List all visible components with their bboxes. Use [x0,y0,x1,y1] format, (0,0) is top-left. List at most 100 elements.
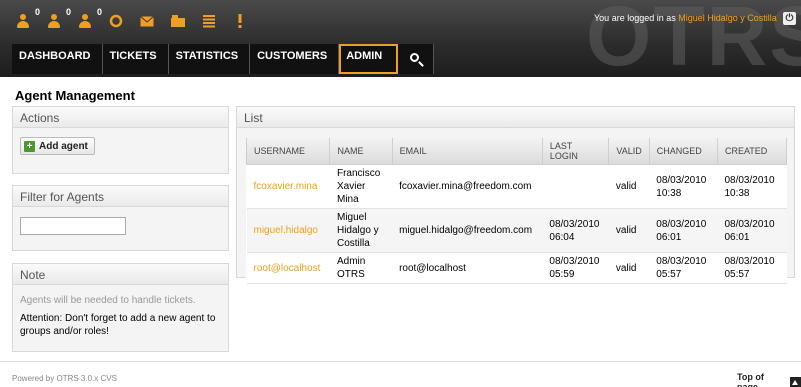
filter-widget: Filter for Agents [12,185,229,251]
cell-line: 08/03/2010 [549,218,600,230]
cell-line: Miguel [336,212,367,223]
powered-by-text: Powered by OTRS 3.0.x CVS [12,374,117,383]
column-header-changed[interactable]: CHANGED [648,138,718,165]
nav-tickets[interactable]: TICKETS [102,44,169,74]
column-header-created[interactable]: CREATED [716,138,788,165]
table-row[interactable]: fcoxavier.mina Francisco Xavier Mina fcoxavi… [246,164,787,209]
toolbar-badge: 0 [65,7,71,17]
logged-in-status: You are logged in as Miguel Hidalgo y Co… [594,13,777,23]
cell-line: OTRS [336,269,365,280]
cell-created: 08/03/2010 05:57 [717,252,787,284]
cell-line: 10:38 [724,187,750,199]
search-icon [410,53,420,62]
cell-line: 05:59 [549,269,575,280]
cell-name: Admin OTRS [329,252,393,284]
page-title: Agent Management [15,88,135,103]
cell-line: 06:01 [724,231,750,243]
plus-icon: + [24,140,35,152]
list-widget: List USERNAME NAME EMAIL LAST LOGIN VALI… [236,106,795,284]
cell-line: 08/03/2010 [656,256,707,267]
main-navigation: DASHBOARD TICKETS STATISTICS CUSTOMERS A… [12,44,435,74]
note-widget: Note Agents will be needed to handle tic… [12,263,229,352]
nav-customers[interactable]: CUSTOMERS [250,44,340,74]
cell-name: Miguel Hidalgo y Costilla [329,208,393,253]
cell-line: 08/03/2010 [724,256,775,267]
cell-last-login [542,164,609,209]
table-row[interactable]: miguel.hidalgo Miguel Hidalgo y Costilla mig… [246,208,787,253]
cell-username[interactable]: fcoxavier.mina [246,164,330,209]
nav-search[interactable] [398,44,435,74]
cell-changed: 08/03/2010 10:38 [649,164,718,209]
responsible-tickets-icon[interactable] [105,12,127,30]
cell-valid: valid [608,164,650,209]
cell-last-login: 08/03/2010 05:59 [542,252,609,284]
cell-line: Xavier [336,181,366,192]
otrs-logo: OTRS [586,0,801,77]
table-row[interactable]: root@localhost Admin OTRS root@localhost 08/… [246,252,787,284]
nav-statistics[interactable]: STATISTICS [168,44,251,74]
cell-line: Mina [336,194,359,205]
cell-line: 05:57 [724,269,750,280]
locked-tickets-reminder-icon[interactable]: 0 [43,8,71,30]
escalation-alert-icon[interactable] [229,12,251,30]
note-muted-text: Agents will be needed to handle tickets. [20,295,196,306]
logged-in-user-link[interactable]: Miguel Hidalgo y Costilla [678,13,777,23]
cell-line: 05:57 [656,269,682,280]
add-agent-label: Add agent [39,140,88,152]
cell-line: 08/03/2010 [656,218,707,230]
cell-line: 08/03/2010 [724,174,775,186]
cell-name: Francisco Xavier Mina [329,164,393,209]
toolbar-badge: 0 [34,7,40,17]
header-bar: OTRS 0 0 0 You are logged in as Miguel H… [0,0,801,77]
filter-header: Filter for Agents [13,186,228,207]
column-header-username[interactable]: USERNAME [245,138,331,165]
column-header-email[interactable]: EMAIL [391,138,543,165]
note-header: Note [13,264,228,285]
cell-line: Hidalgo y [336,225,379,236]
queue-view-icon[interactable] [198,12,220,30]
filter-agents-input[interactable] [20,217,126,235]
toolbar-badge: 0 [96,7,102,17]
cell-line: Costilla [336,238,370,249]
cell-line: 08/03/2010 [656,174,707,186]
cell-line: 10:38 [656,187,682,199]
cell-line: 08/03/2010 [724,218,775,230]
cell-email: miguel.hidalgo@freedom.com [392,208,543,253]
toolbar: 0 0 0 [12,8,260,32]
nav-admin[interactable]: ADMIN [339,44,399,74]
cell-last-login: 08/03/2010 06:04 [542,208,609,253]
cell-line: 06:01 [656,231,682,243]
cell-email: fcoxavier.mina@freedom.com [392,164,543,209]
locked-tickets-all-icon[interactable]: 0 [74,8,102,30]
new-phone-ticket-icon[interactable] [167,12,189,30]
cell-email: root@localhost [392,252,543,284]
cell-valid: valid [608,208,650,253]
note-attention-text: Attention: Don't forget to add a new age… [20,313,216,337]
list-header: List [237,107,794,128]
column-header-last-login[interactable]: LAST LOGIN [541,138,610,165]
top-of-page-label: Top of page [737,372,764,387]
cell-created: 08/03/2010 10:38 [717,164,787,209]
logged-in-prefix: You are logged in as [594,13,676,23]
cell-changed: 08/03/2010 06:01 [649,208,718,253]
column-header-name[interactable]: NAME [329,138,393,165]
actions-header: Actions [13,107,228,128]
logout-icon[interactable]: ⏻ [783,12,796,25]
top-of-page-link[interactable]: Top of page [737,372,801,387]
cell-valid: valid [608,252,650,284]
footer-divider [0,361,801,362]
add-agent-button[interactable]: + Add agent [20,137,95,155]
cell-line: Francisco [336,168,381,179]
table-header-row: USERNAME NAME EMAIL LAST LOGIN VALID CHA… [245,138,788,165]
nav-dashboard[interactable]: DASHBOARD [12,44,103,74]
cell-changed: 08/03/2010 05:57 [649,252,718,284]
cell-line: 08/03/2010 [549,256,600,267]
cell-line: Admin [336,256,366,267]
new-email-ticket-icon[interactable] [136,12,158,30]
locked-tickets-new-icon[interactable]: 0 [12,8,40,30]
cell-line: 06:04 [549,231,575,243]
column-header-valid[interactable]: VALID [608,138,650,165]
cell-username[interactable]: miguel.hidalgo [246,208,330,253]
agent-table: USERNAME NAME EMAIL LAST LOGIN VALID CHA… [245,138,788,284]
cell-username[interactable]: root@localhost [246,252,330,284]
